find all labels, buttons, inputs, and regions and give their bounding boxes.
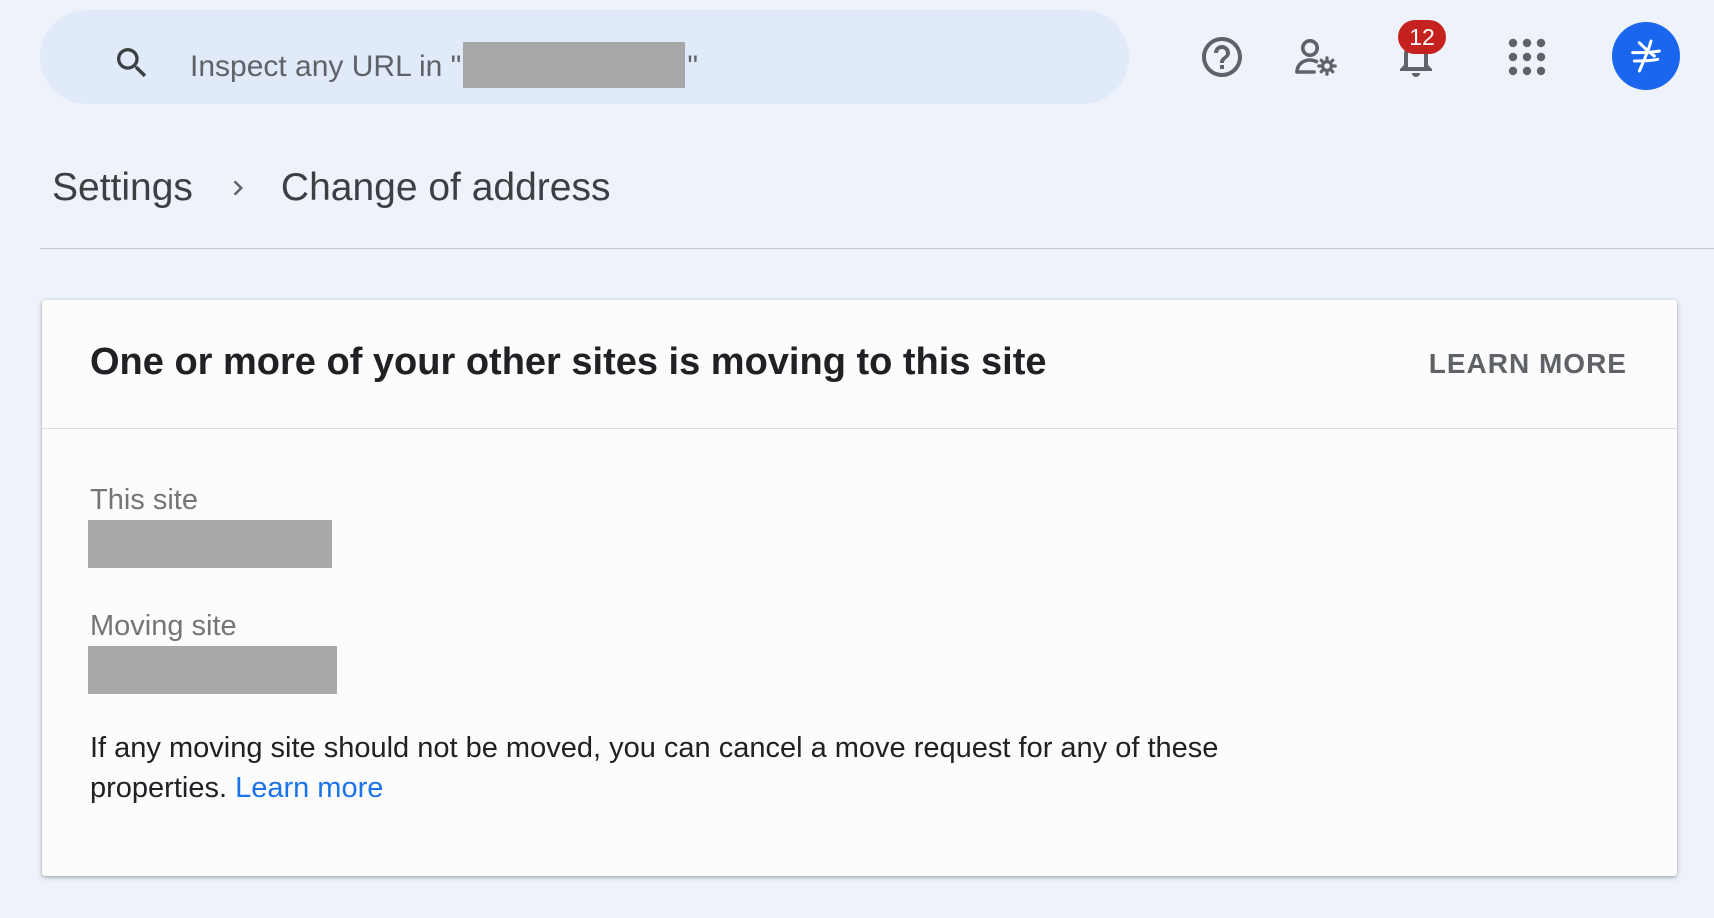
search-input[interactable]: Inspect any URL in " " — [190, 42, 698, 90]
this-site-label: This site — [90, 484, 198, 516]
search-icon[interactable] — [112, 43, 152, 83]
search-placeholder-prefix: Inspect any URL in " — [190, 50, 462, 83]
redacted-moving-site-value — [88, 646, 337, 694]
chevron-right-icon — [233, 180, 243, 196]
admin-settings-icon[interactable] — [1292, 33, 1340, 81]
learn-more-button[interactable]: LEARN MORE — [1429, 348, 1627, 380]
change-of-address-card: One or more of your other sites is movin… — [42, 300, 1677, 876]
cancel-move-description: If any moving site should not be moved, … — [90, 728, 1240, 808]
notification-count-badge: 12 — [1398, 20, 1446, 54]
page-title: Change of address — [280, 166, 611, 209]
redacted-property-name — [463, 42, 686, 88]
learn-more-link[interactable]: Learn more — [235, 772, 383, 804]
card-header: One or more of your other sites is movin… — [42, 300, 1677, 429]
avatar-logo-icon — [1631, 39, 1661, 73]
account-avatar[interactable] — [1612, 22, 1680, 90]
help-icon[interactable] — [1198, 33, 1246, 81]
breadcrumb: Settings Change of address — [52, 166, 610, 210]
redacted-this-site-value — [88, 520, 332, 568]
card-title: One or more of your other sites is movin… — [90, 341, 1047, 383]
moving-site-label: Moving site — [90, 610, 237, 642]
apps-icon[interactable] — [1503, 33, 1551, 81]
url-inspection-search[interactable]: Inspect any URL in " " — [40, 10, 1129, 104]
search-placeholder-suffix: " — [687, 50, 698, 83]
header-divider — [40, 248, 1714, 249]
breadcrumb-settings[interactable]: Settings — [52, 166, 193, 210]
page: Inspect any URL in " " 12 Settings Chang… — [0, 0, 1714, 918]
